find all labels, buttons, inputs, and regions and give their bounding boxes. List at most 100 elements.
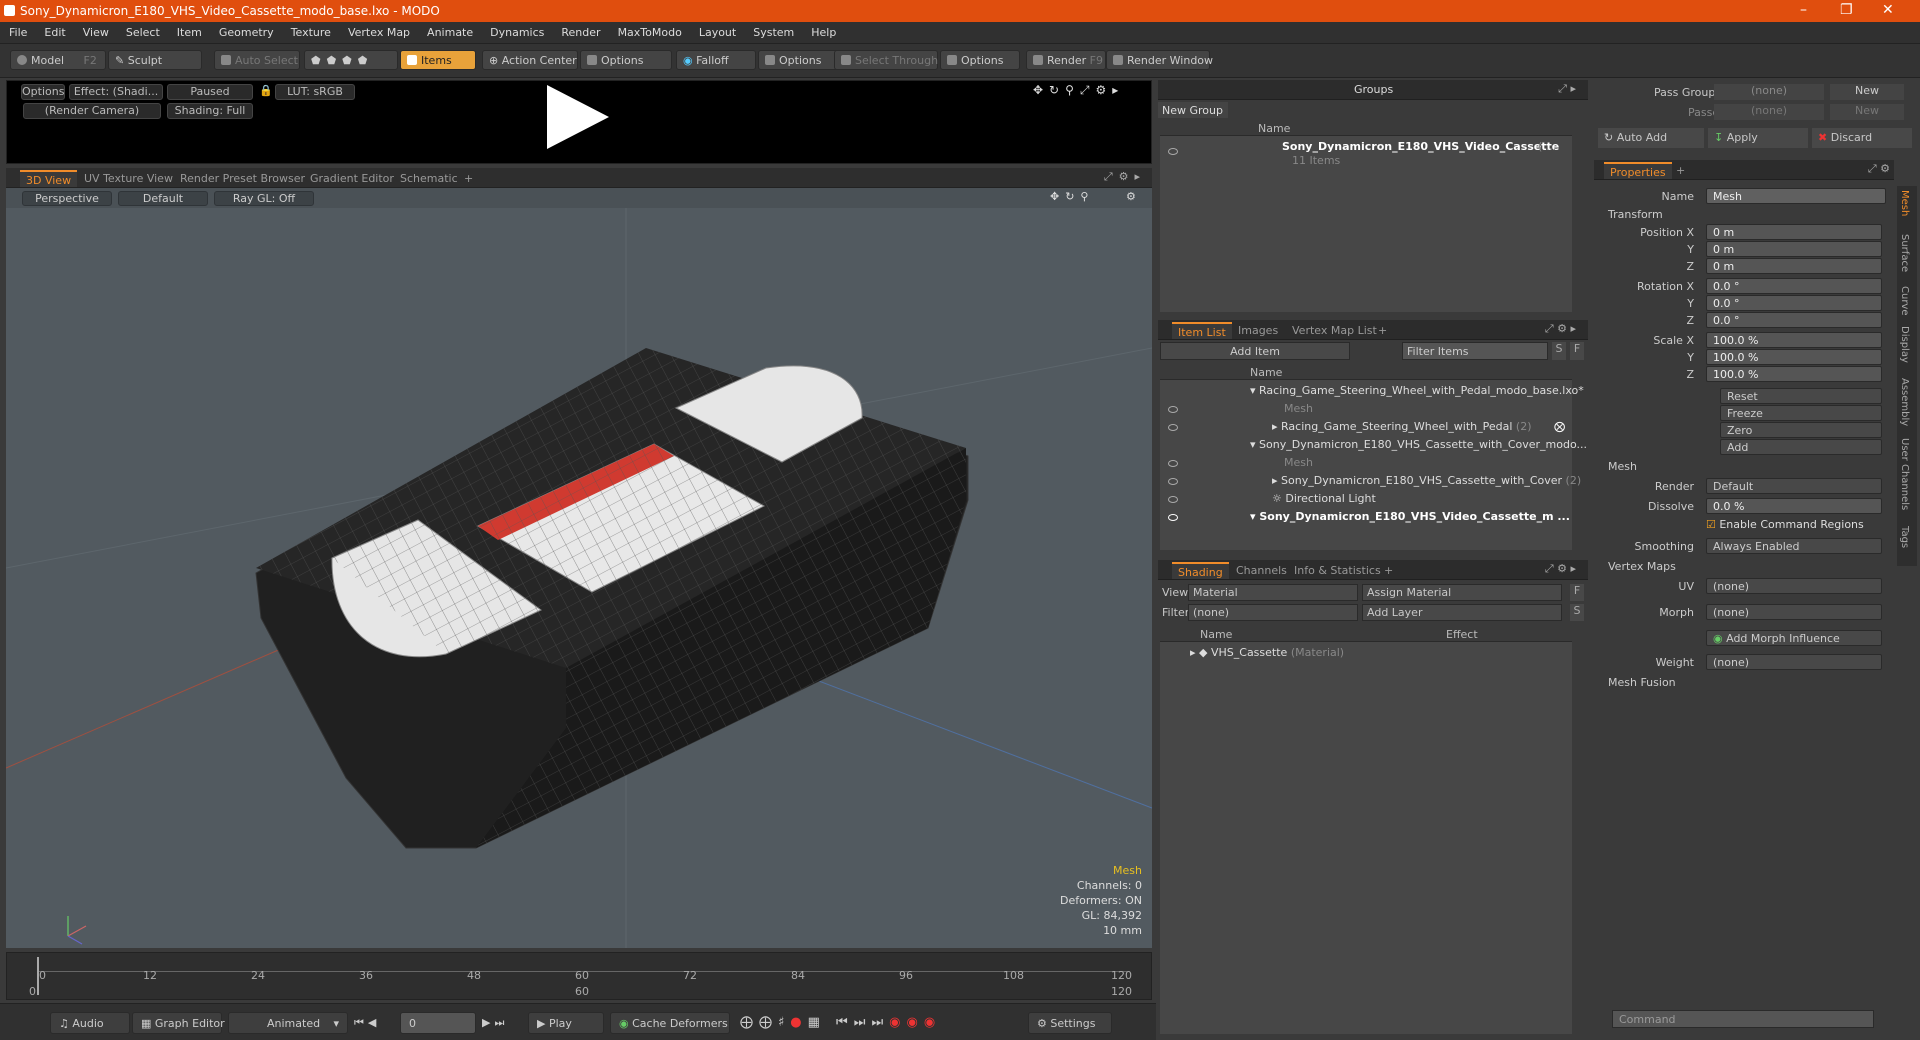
list-item[interactable]: ▸ Racing_Game_Steering_Wheel_with_Pedal … <box>1272 420 1532 433</box>
raygl-dropdown[interactable]: Ray GL: Off <box>214 191 314 206</box>
action-center-options-button[interactable]: Options <box>580 50 672 70</box>
menu-geometry[interactable]: Geometry <box>210 22 282 39</box>
settings-button[interactable]: ⚙ Settings <box>1028 1012 1112 1034</box>
tab-vertex-map-list[interactable]: Vertex Map List <box>1286 322 1383 339</box>
list-item[interactable]: ▾ Sony_Dynamicron_E180_VHS_Cassette_with… <box>1250 438 1587 451</box>
tab-schematic[interactable]: Schematic <box>394 170 464 187</box>
menu-dynamics[interactable]: Dynamics <box>481 22 552 39</box>
name-field[interactable]: Mesh <box>1706 188 1886 204</box>
menu-select[interactable]: Select <box>117 22 168 39</box>
enable-command-regions-toggle[interactable]: ☑ Enable Command Regions <box>1706 518 1882 534</box>
render-window-button[interactable]: Render Window <box>1106 50 1213 70</box>
menu-edit[interactable]: Edit <box>35 22 73 39</box>
3d-viewport[interactable]: Perspective Default Ray GL: Off ✥↻⚲ ⚙ Me… <box>6 188 1152 948</box>
maximize-icon[interactable]: ❐ <box>1840 2 1853 18</box>
menu-texture[interactable]: Texture <box>282 22 339 39</box>
menu-view[interactable]: View <box>74 22 117 39</box>
item-list[interactable]: Name ▾ Racing_Game_Steering_Wheel_with_P… <box>1160 364 1587 550</box>
render-dropdown[interactable]: Default <box>1706 478 1882 494</box>
timeline[interactable]: 0 12 24 36 48 60 72 84 96 108 120 0 60 1… <box>6 952 1152 1000</box>
zero-dropdown[interactable]: Zero <box>1720 422 1882 438</box>
add-dropdown[interactable]: Add <box>1720 439 1882 455</box>
eye-icon[interactable] <box>1168 478 1178 485</box>
eye-icon[interactable] <box>1168 460 1178 467</box>
menu-item[interactable]: Item <box>168 22 210 39</box>
minimize-icon[interactable]: – <box>1800 2 1807 18</box>
apply-button[interactable]: ↧ Apply <box>1708 128 1808 148</box>
side-tab-assembly[interactable]: Assembly <box>1899 378 1910 426</box>
smoothing-dropdown[interactable]: Always Enabled <box>1706 538 1882 554</box>
close-circle-icon[interactable]: ⨂ <box>1554 420 1565 433</box>
new-pass-group-button[interactable]: New <box>1830 84 1904 100</box>
shader-tree[interactable]: Name Effect ▸ ◆ VHS_Cassette (Material) <box>1160 626 1572 1034</box>
group-item-name[interactable]: Sony_Dynamicron_E180_VHS_Video_Cassette <box>1282 140 1559 153</box>
autokey-icon[interactable]: ◉◉◉ <box>889 1015 941 1030</box>
eye-icon[interactable] <box>1168 424 1178 431</box>
falloff-options-button[interactable]: Options <box>758 50 838 70</box>
preview-nav-icons[interactable]: ✥↻⚲⤢⚙▸ <box>1033 83 1124 98</box>
menu-layout[interactable]: Layout <box>690 22 744 39</box>
eye-icon[interactable] <box>1168 148 1178 155</box>
scale-z-field[interactable]: 100.0 % <box>1706 366 1882 382</box>
shading-dropdown[interactable]: Shading: Full <box>167 103 253 119</box>
menu-system[interactable]: System <box>744 22 802 39</box>
action-center-button[interactable]: ⊕ Action Center <box>482 50 578 70</box>
side-tab-tags[interactable]: Tags <box>1899 526 1910 548</box>
vertex-maps-section[interactable]: Vertex Maps <box>1608 560 1676 573</box>
menu-vertex-map[interactable]: Vertex Map <box>339 22 418 39</box>
uv-dropdown[interactable]: (none) <box>1706 578 1882 594</box>
tab-channels[interactable]: Channels <box>1230 562 1293 579</box>
side-tab-surface[interactable]: Surface <box>1899 234 1910 272</box>
viewport-settings-icon[interactable]: ⚙ <box>1126 190 1136 203</box>
side-tab-curve[interactable]: Curve <box>1899 286 1910 316</box>
audio-button[interactable]: ♫ Audio <box>50 1012 130 1034</box>
panel-icons[interactable]: ⤢ ⚙ ▸ <box>1545 562 1576 576</box>
f-button[interactable]: F <box>1570 584 1584 601</box>
play-button[interactable]: ▶ Play <box>528 1012 604 1034</box>
position-x-field[interactable]: 0 m <box>1706 224 1882 240</box>
add-tab-button[interactable]: + <box>1372 322 1393 339</box>
render-button[interactable]: Render F9 <box>1026 50 1106 70</box>
eye-icon[interactable] <box>1168 514 1178 521</box>
cache-deformers-button[interactable]: ◉ Cache Deformers <box>610 1012 730 1034</box>
expand-icon[interactable]: ⤢ ▸ <box>1558 82 1576 96</box>
tab-properties[interactable]: Properties <box>1604 162 1672 179</box>
add-tab-button[interactable]: + <box>1378 562 1399 579</box>
perspective-dropdown[interactable]: Perspective <box>22 191 112 206</box>
filter-dropdown[interactable]: (none) <box>1188 604 1358 621</box>
add-tab-button[interactable]: + <box>1670 162 1691 179</box>
forward-icons[interactable]: ▶⏭ <box>482 1016 508 1030</box>
new-group-button[interactable]: New Group <box>1158 102 1228 118</box>
list-item[interactable]: ▸ Sony_Dynamicron_E180_VHS_Cassette_with… <box>1272 474 1581 487</box>
rotation-x-field[interactable]: 0.0 ° <box>1706 278 1882 294</box>
auto-select-button[interactable]: Auto Select <box>214 50 300 70</box>
vertex-mode-icon[interactable]: ⬟ <box>311 54 327 67</box>
add-item-dropdown[interactable]: Add Item <box>1160 342 1350 360</box>
panel-icons[interactable]: ⤢ ⚙ <box>1868 162 1890 176</box>
passes-dropdown[interactable]: (none) <box>1714 104 1824 120</box>
position-y-field[interactable]: 0 m <box>1706 241 1882 257</box>
viewport-nav-icons[interactable]: ✥↻⚲ <box>1050 190 1095 203</box>
default-dropdown[interactable]: Default <box>118 191 208 206</box>
preview-paused-button[interactable]: Paused <box>167 84 253 100</box>
list-item[interactable]: ▾ Racing_Game_Steering_Wheel_with_Pedal_… <box>1250 384 1584 397</box>
position-z-field[interactable]: 0 m <box>1706 258 1882 274</box>
tab-gradient-editor[interactable]: Gradient Editor <box>304 170 400 187</box>
material-row[interactable]: ▸ ◆ VHS_Cassette (Material) <box>1190 646 1344 659</box>
items-mode-button[interactable]: Items <box>400 50 476 70</box>
model-mode-button[interactable]: Model F2 <box>10 50 106 70</box>
close-icon[interactable]: ✕ <box>1882 2 1894 18</box>
groups-list[interactable]: Name Sony_Dynamicron_E180_VHS_Video_Cass… <box>1160 120 1572 312</box>
edge-mode-icon[interactable]: ⬟ <box>327 54 343 67</box>
discard-button[interactable]: ✖ Discard <box>1812 128 1912 148</box>
panel-icons[interactable]: ⤢ ⚙ ▸ <box>1545 322 1576 336</box>
preview-effect-dropdown[interactable]: Effect: (Shadi... <box>69 84 163 100</box>
selection-mode-icons[interactable]: ⬟⬟⬟⬟ <box>304 50 398 70</box>
tab-images[interactable]: Images <box>1232 322 1284 339</box>
list-item[interactable]: ▾ Sony_Dynamicron_E180_VHS_Video_Cassett… <box>1250 510 1570 523</box>
side-tab-display[interactable]: Display <box>1899 326 1910 363</box>
pass-groups-dropdown[interactable]: (none) <box>1714 84 1824 100</box>
add-layer-dropdown[interactable]: Add Layer <box>1362 604 1562 621</box>
graph-editor-button[interactable]: ▦ Graph Editor <box>132 1012 225 1034</box>
assign-material-button[interactable]: Assign Material <box>1362 584 1562 601</box>
